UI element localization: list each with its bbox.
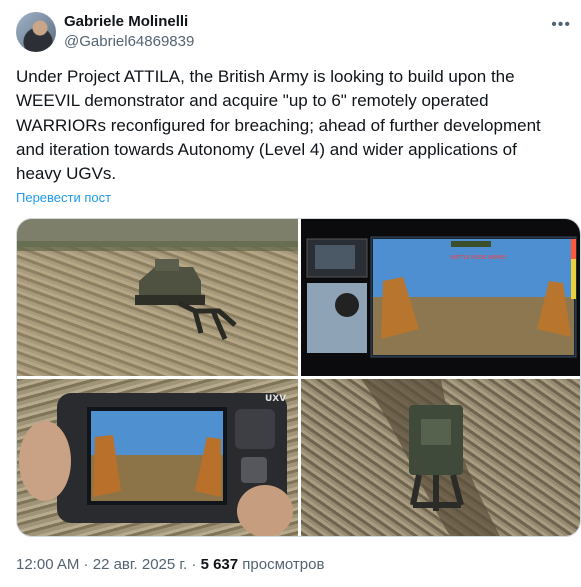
post-meta: 12:00 AM · 22 авг. 2025 г. · 5 637 просм… (16, 556, 325, 573)
hud-status-text: BATTLE MODE ARMED (451, 255, 506, 261)
photo-control-screen[interactable]: BATTLE MODE ARMED (301, 219, 580, 376)
views-label: просмотров (242, 556, 325, 573)
post-text: Under Project ATTILA, the British Army i… (16, 67, 541, 184)
views-count: 5 637 (200, 556, 239, 573)
photo-handheld-controller[interactable]: UXV (17, 379, 298, 536)
avatar[interactable] (16, 12, 56, 52)
author-name[interactable]: Gabriele Molinelli (64, 13, 188, 30)
photo-vehicle-field[interactable] (17, 219, 298, 376)
post-date[interactable]: 22 авг. 2025 г. (93, 556, 187, 573)
translate-post-link[interactable]: Перевести пост (16, 190, 111, 205)
post-time[interactable]: 12:00 AM (16, 556, 79, 573)
more-options-icon[interactable]: ••• (551, 16, 571, 34)
media-grid: BATTLE MODE ARMED UXV (16, 218, 581, 537)
controller-brand-text: UXV (265, 394, 286, 404)
author-handle[interactable]: @Gabriel64869839 (64, 33, 194, 50)
photo-aerial-vehicle[interactable] (301, 379, 580, 536)
